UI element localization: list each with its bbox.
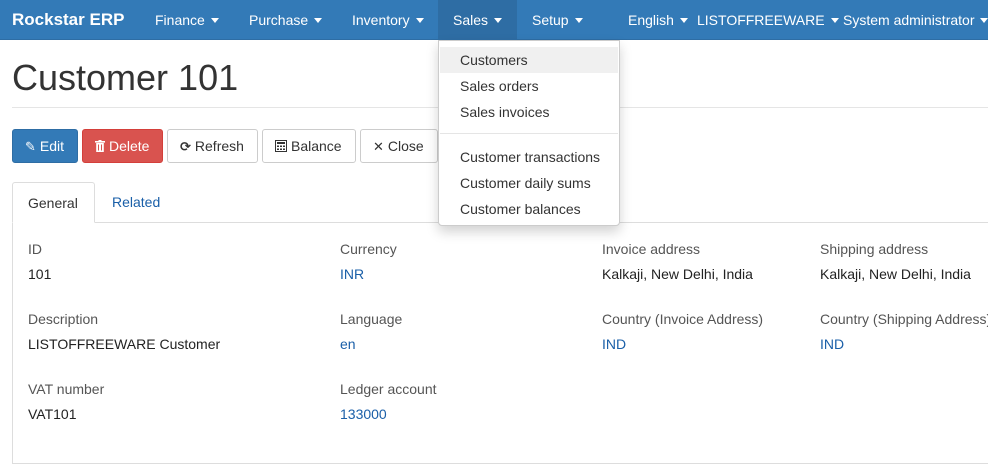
language-link[interactable]: en bbox=[340, 336, 356, 352]
description-value: LISTOFFREEWARE Customer bbox=[28, 336, 221, 352]
nav-menu-label: Sales bbox=[453, 12, 489, 28]
delete-button[interactable]: Delete bbox=[82, 129, 163, 163]
calculator-icon bbox=[275, 131, 287, 163]
sales-dropdown-menu: Customers Sales orders Sales invoices Cu… bbox=[438, 40, 620, 226]
tab-general[interactable]: General bbox=[12, 182, 95, 223]
shipping-address-label: Shipping address bbox=[820, 241, 929, 257]
nav-menu-label: Finance bbox=[155, 12, 205, 28]
menu-divider bbox=[440, 133, 618, 134]
country-shipping-link[interactable]: IND bbox=[820, 336, 844, 352]
caret-down-icon bbox=[830, 17, 839, 23]
balance-button[interactable]: Balance bbox=[262, 129, 356, 163]
shipping-address-value: Kalkaji, New Delhi, India bbox=[820, 266, 971, 282]
nav-menu-inventory[interactable]: Inventory bbox=[337, 0, 439, 40]
menu-item-customers[interactable]: Customers bbox=[440, 47, 618, 73]
top-navbar: Rockstar ERP Finance Purchase Inventory … bbox=[0, 0, 988, 40]
company-label: LISTOFFREEWARE bbox=[697, 12, 825, 28]
id-value: 101 bbox=[28, 266, 52, 282]
company-menu[interactable]: LISTOFFREEWARE bbox=[697, 0, 839, 40]
edit-button[interactable]: ✎ Edit bbox=[12, 129, 78, 163]
close-button[interactable]: ✕ Close bbox=[360, 129, 438, 163]
menu-item-customer-balances[interactable]: Customer balances bbox=[440, 196, 618, 222]
balance-label: Balance bbox=[291, 138, 342, 154]
nav-menu-finance[interactable]: Finance bbox=[140, 0, 234, 40]
vat-number-value: VAT101 bbox=[28, 406, 77, 422]
country-shipping-label: Country (Shipping Address) bbox=[820, 311, 988, 327]
caret-down-icon bbox=[415, 17, 424, 23]
user-menu[interactable]: System administrator bbox=[843, 0, 988, 40]
language-label: English bbox=[628, 12, 674, 28]
caret-down-icon bbox=[210, 17, 219, 23]
trash-icon bbox=[95, 131, 105, 163]
invoice-address-value: Kalkaji, New Delhi, India bbox=[602, 266, 753, 282]
language-menu[interactable]: English bbox=[613, 0, 703, 40]
tab-related[interactable]: Related bbox=[97, 182, 175, 223]
menu-item-sales-orders[interactable]: Sales orders bbox=[440, 73, 618, 99]
close-label: Close bbox=[387, 138, 424, 154]
caret-down-icon bbox=[574, 17, 583, 23]
nav-menu-purchase[interactable]: Purchase bbox=[234, 0, 337, 40]
currency-label: Currency bbox=[340, 241, 397, 257]
refresh-icon: ⟳ bbox=[180, 139, 191, 154]
currency-link[interactable]: INR bbox=[340, 266, 364, 282]
menu-item-customer-transactions[interactable]: Customer transactions bbox=[440, 144, 618, 170]
user-label: System administrator bbox=[843, 12, 975, 28]
menu-item-customer-daily-sums[interactable]: Customer daily sums bbox=[440, 170, 618, 196]
caret-down-icon bbox=[679, 17, 688, 23]
ledger-account-link[interactable]: 133000 bbox=[340, 406, 387, 422]
menu-item-sales-invoices[interactable]: Sales invoices bbox=[440, 99, 618, 125]
nav-menu-sales[interactable]: Sales bbox=[438, 0, 517, 40]
nav-menu-label: Setup bbox=[532, 12, 569, 28]
caret-down-icon bbox=[314, 17, 323, 23]
pencil-icon: ✎ bbox=[25, 139, 36, 154]
refresh-label: Refresh bbox=[194, 138, 244, 154]
close-icon: ✕ bbox=[373, 139, 384, 154]
caret-down-icon bbox=[980, 17, 988, 23]
delete-label: Delete bbox=[109, 138, 150, 154]
invoice-address-label: Invoice address bbox=[602, 241, 701, 257]
brand-logo[interactable]: Rockstar ERP bbox=[12, 0, 124, 40]
id-label: ID bbox=[28, 241, 42, 257]
caret-down-icon bbox=[494, 17, 503, 23]
nav-menu-label: Purchase bbox=[249, 12, 309, 28]
refresh-button[interactable]: ⟳ Refresh bbox=[167, 129, 258, 163]
edit-label: Edit bbox=[39, 138, 65, 154]
language-label: Language bbox=[340, 311, 403, 327]
nav-menu-label: Inventory bbox=[352, 12, 410, 28]
page-title: Customer 101 bbox=[12, 57, 239, 98]
country-invoice-label: Country (Invoice Address) bbox=[602, 311, 764, 327]
country-invoice-link[interactable]: IND bbox=[602, 336, 626, 352]
description-label: Description bbox=[28, 311, 99, 327]
nav-menu-setup[interactable]: Setup bbox=[517, 0, 598, 40]
ledger-account-label: Ledger account bbox=[340, 381, 437, 397]
vat-number-label: VAT number bbox=[28, 381, 105, 397]
